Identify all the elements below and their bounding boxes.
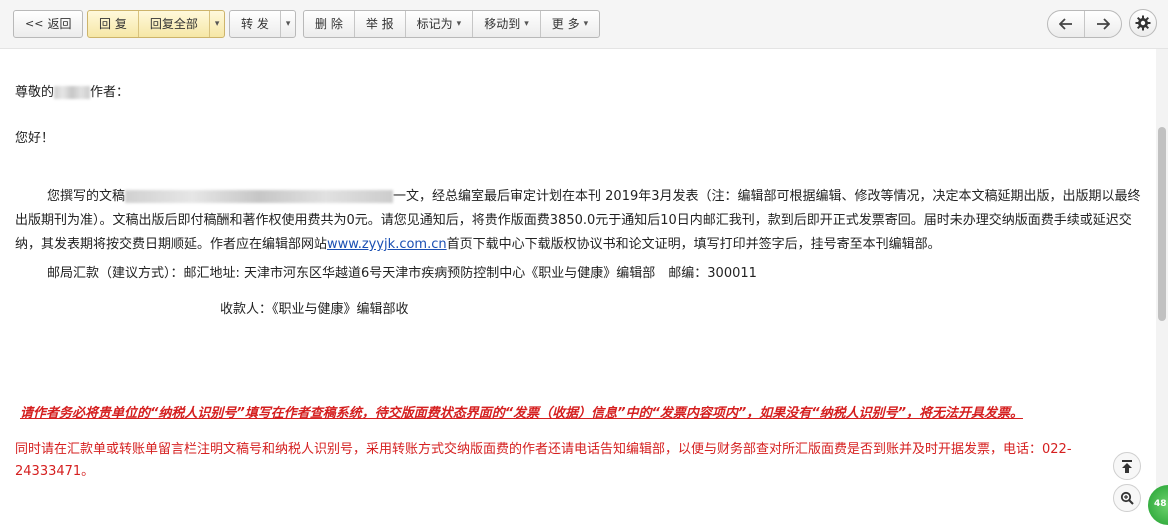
back-button[interactable]: << 返回 [14,11,82,37]
mark-as-button[interactable]: 标记为 ▾ [406,11,474,37]
vertical-scrollbar[interactable] [1156,49,1168,513]
more-button[interactable]: 更 多 ▾ [541,11,599,37]
hello-line: 您好！ [15,131,55,146]
forward-button[interactable]: 转 发 [230,11,281,37]
journal-site-link[interactable]: www.zyyjk.com.cn [327,237,447,252]
previous-mail-button[interactable] [1048,11,1085,37]
mail-navigation [1047,10,1122,38]
report-button[interactable]: 举 报 [355,11,406,37]
chevron-down-icon: ▾ [524,19,529,29]
settings-button[interactable] [1129,9,1157,37]
move-to-button[interactable]: 移动到 ▾ [473,11,541,37]
scroll-to-top-button[interactable] [1113,452,1141,480]
chevron-down-icon: ▾ [456,19,462,29]
scrollbar-thumb[interactable] [1158,127,1166,321]
action-group: 删 除 举 报 标记为 ▾ 移动到 ▾ 更 多 ▾ [303,10,601,38]
postal-remittance-line: 邮局汇款（建议方式）：邮汇地址: 天津市河东区华越道6号天津市疾病预防控制中心《… [47,266,757,281]
tax-id-notice: 请作者务必将贵单位的“纳税人识别号”填写在作者查稿系统，待交版面费状态界面的“发… [20,406,1023,421]
chevron-down-icon: ▾ [285,19,291,29]
next-mail-button[interactable] [1085,11,1121,37]
magnifier-icon [1120,491,1134,505]
chevron-down-icon: ▾ [214,19,220,29]
notice-paragraph: 您撰写的文稿 一文，经总编室最后审定计划在本刊 2019年3月发表（注：编辑部可根… [15,189,1141,252]
payee-line: 收款人：《职业与健康》编辑部收 [220,302,409,317]
double-chevron-left-icon: << [25,17,44,30]
mail-body: 尊敬的 作者： 您好！ 您撰写的文稿 一文，经总编室最后审定计划在本刊 2019年3… [0,49,1156,513]
greeting: 尊敬的 作者： [15,85,130,100]
mail-toolbar: << 返回 回 复 回复全部 ▾ 转 发 ▾ 删 除 举 报 标记为 ▾ 移动到 ▾… [0,0,1168,49]
reply-all-button[interactable]: 回复全部 [139,11,210,37]
delete-button[interactable]: 删 除 [304,11,355,37]
reply-group: 回 复 回复全部 ▾ [87,10,226,38]
forward-dropdown[interactable]: ▾ [281,11,296,37]
reply-all-dropdown[interactable]: ▾ [210,11,225,37]
redacted-name [54,86,91,99]
zoom-button[interactable] [1113,484,1141,512]
arrow-left-icon [1059,18,1072,30]
gear-icon [1135,15,1151,31]
forward-group: 转 发 ▾ [229,10,297,38]
arrow-to-top-icon [1122,459,1132,473]
chevron-down-icon: ▾ [583,19,589,29]
transfer-notice: 同时请在汇款单或转账单留言栏注明文稿号和纳税人识别号，采用转账方式交纳版面费的作… [15,442,1072,479]
reply-button[interactable]: 回 复 [88,11,139,37]
arrow-right-icon [1097,18,1110,30]
redacted-title [125,190,394,203]
back-group: << 返回 [13,10,84,38]
